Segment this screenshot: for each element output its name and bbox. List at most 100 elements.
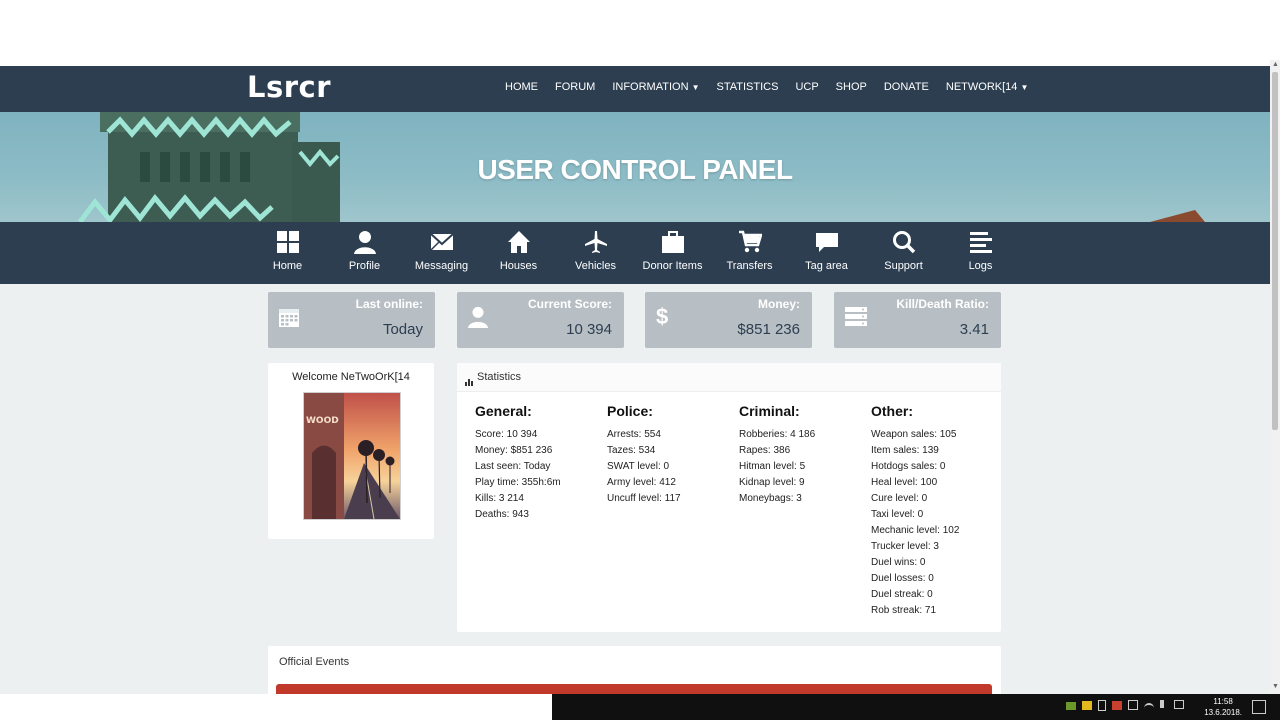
volume-icon[interactable] <box>1160 700 1168 708</box>
chevron-down-icon: ▼ <box>691 83 700 92</box>
stat-group-title: Criminal: <box>739 403 800 419</box>
system-tray <box>1066 700 1184 711</box>
scroll-thumb[interactable] <box>1272 72 1278 430</box>
server-icon <box>844 306 868 333</box>
card-label: Last online: <box>355 297 423 311</box>
browser-top-strip <box>0 0 1280 72</box>
taskbar-clock[interactable]: 11:58 13.6.2018. <box>1204 696 1242 718</box>
ucp-nav-support[interactable]: Support <box>865 230 942 272</box>
nav-forum[interactable]: FORUM <box>546 80 603 95</box>
ucp-icon-nav: Home Profile Messaging Houses Vehicles D… <box>0 222 1270 284</box>
chat-icon <box>788 230 865 254</box>
grid-icon <box>249 230 326 254</box>
bar-chart-icon <box>465 373 473 391</box>
stat-row: Rapes: 386 <box>739 445 791 456</box>
page: Lsrcr HOME FORUM INFORMATION ▼ STATISTIC… <box>0 66 1270 694</box>
usb-icon[interactable] <box>1098 700 1106 711</box>
welcome-panel: Welcome NeTwoOrK[14 WOOD <box>268 363 434 539</box>
stat-row: Last seen: Today <box>475 461 551 472</box>
stat-row: Kills: 3 214 <box>475 493 524 504</box>
criminal-stats: Criminal: Robberies: 4 186 Rapes: 386 Hi… <box>739 403 869 507</box>
stat-row: Rob streak: 71 <box>871 605 937 616</box>
envelope-icon <box>403 230 480 254</box>
stat-row: Duel losses: 0 <box>871 573 934 584</box>
ucp-nav-tag-area[interactable]: Tag area <box>788 230 865 272</box>
nav-donate[interactable]: DONATE <box>875 80 937 95</box>
ucp-nav-label: Tag area <box>805 260 848 272</box>
tray-app-icon[interactable] <box>1128 700 1138 710</box>
flag-icon[interactable] <box>1112 701 1122 710</box>
stat-row: SWAT level: 0 <box>607 461 670 472</box>
ucp-nav-label: Houses <box>499 260 538 272</box>
clock-time: 11:58 <box>1213 697 1233 706</box>
stat-row: Deaths: 943 <box>475 509 529 520</box>
stat-row: Cure level: 0 <box>871 493 928 504</box>
stat-row: Duel streak: 0 <box>871 589 933 600</box>
ucp-nav-home[interactable]: Home <box>249 230 326 272</box>
user-icon <box>326 230 403 254</box>
avatar: WOOD <box>303 392 401 520</box>
dollar-icon: $ <box>656 304 669 329</box>
windows-taskbar: 11:58 13.6.2018. <box>552 694 1280 720</box>
stat-row: Play time: 355h:6m <box>475 477 561 488</box>
nav-information-label: INFORMATION <box>612 81 689 93</box>
stat-row: Weapon sales: 105 <box>871 429 957 440</box>
ucp-nav-label: Messaging <box>414 260 469 272</box>
ucp-nav-label: Home <box>272 260 303 272</box>
police-stats: Police: Arrests: 554 Tazes: 534 SWAT lev… <box>607 403 737 507</box>
wifi-icon[interactable] <box>1144 703 1154 711</box>
card-label: Money: <box>758 297 800 311</box>
last-online-card: Last online: Today <box>268 292 435 348</box>
official-events-panel: Official Events <box>268 646 1001 694</box>
ucp-nav-messaging[interactable]: Messaging <box>403 230 480 272</box>
ucp-nav-transfers[interactable]: Transfers <box>711 230 788 272</box>
briefcase-icon <box>634 230 711 254</box>
stat-row: Hitman level: 5 <box>739 461 806 472</box>
ucp-nav-label: Transfers <box>726 260 773 272</box>
plane-icon <box>557 230 634 254</box>
scroll-up-arrow-icon[interactable]: ▲ <box>1272 61 1279 68</box>
other-stats: Other: Weapon sales: 105 Item sales: 139… <box>871 403 1001 619</box>
events-title: Official Events <box>279 656 350 668</box>
welcome-text: Welcome NeTwoOrK[14 <box>292 371 410 383</box>
card-value: 10 394 <box>566 321 612 338</box>
nav-shop[interactable]: SHOP <box>827 80 875 95</box>
display-icon[interactable] <box>1174 700 1184 709</box>
ucp-nav-label: Donor Items <box>642 260 703 272</box>
ucp-nav-donor-items[interactable]: Donor Items <box>634 230 711 272</box>
network-device-icon[interactable] <box>1082 701 1092 710</box>
card-value: $851 236 <box>737 321 800 338</box>
page-scrollbar[interactable]: ▲ ▼ <box>1270 60 1280 694</box>
ucp-nav-label: Logs <box>968 260 993 272</box>
nav-ucp[interactable]: UCP <box>786 80 826 95</box>
statistics-title: Statistics <box>477 371 522 383</box>
house-icon <box>480 230 557 254</box>
stat-row: Tazes: 534 <box>607 445 656 456</box>
stat-row: Money: $851 236 <box>475 445 553 456</box>
nvidia-icon[interactable] <box>1066 702 1076 710</box>
brand-logo[interactable]: Lsrcr <box>247 70 331 104</box>
ucp-nav-profile[interactable]: Profile <box>326 230 403 272</box>
page-title: USER CONTROL PANEL <box>477 154 793 185</box>
notification-center-icon[interactable] <box>1252 700 1266 714</box>
stat-row: Moneybags: 3 <box>739 493 802 504</box>
stat-row: Kidnap level: 9 <box>739 477 805 488</box>
svg-text:WOOD: WOOD <box>306 416 339 426</box>
clock-date: 13.6.2018. <box>1204 708 1242 717</box>
statistics-header: Statistics <box>457 363 1001 392</box>
nav-home[interactable]: HOME <box>496 80 546 95</box>
ucp-nav-vehicles[interactable]: Vehicles <box>557 230 634 272</box>
stat-row: Trucker level: 3 <box>871 541 939 552</box>
stat-group-title: Other: <box>871 403 913 419</box>
nav-user-menu[interactable]: NETWORK[14 ▼ <box>937 80 1037 95</box>
list-icon <box>942 230 1019 254</box>
general-stats: General: Score: 10 394 Money: $851 236 L… <box>475 403 605 523</box>
event-banner[interactable] <box>276 684 992 694</box>
ucp-nav-houses[interactable]: Houses <box>480 230 557 272</box>
scroll-down-arrow-icon[interactable]: ▼ <box>1272 683 1279 690</box>
nav-information[interactable]: INFORMATION ▼ <box>603 80 707 95</box>
main-menu: HOME FORUM INFORMATION ▼ STATISTICS UCP … <box>496 80 1036 95</box>
ucp-nav-label: Profile <box>348 260 381 272</box>
ucp-nav-logs[interactable]: Logs <box>942 230 1019 272</box>
nav-statistics[interactable]: STATISTICS <box>708 80 787 95</box>
